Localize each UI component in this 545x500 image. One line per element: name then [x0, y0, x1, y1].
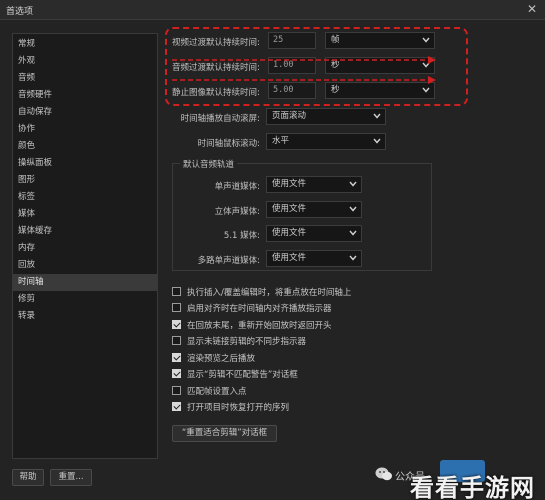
chevron-down-icon	[422, 62, 430, 68]
checkbox-label: 匹配帧设置入点	[187, 387, 247, 397]
sidebar-item-general[interactable]: 常规	[13, 36, 157, 53]
multi-mono-media-label: 多路单声道媒体:	[197, 256, 260, 266]
timeline-mousescroll-label: 时间轴鼠标滚动:	[197, 139, 260, 149]
checkbox-label: 启用对齐时在时间轴内对齐播放指示器	[187, 304, 332, 314]
sidebar-item-audio-hardware[interactable]: 音频硬件	[13, 87, 157, 104]
checkbox-out-of-sync-indicator[interactable]: 显示未链接剪辑的不同步指示器	[172, 334, 472, 348]
multi-mono-media-value: 使用文件	[272, 253, 307, 263]
checkbox-snap-playhead[interactable]: 启用对齐时在时间轴内对齐播放指示器	[172, 301, 472, 315]
chevron-down-icon	[349, 206, 357, 212]
sidebar-item-collaboration[interactable]: 协作	[13, 121, 157, 138]
restore-button[interactable]: 重置...	[50, 469, 92, 486]
sidebar-item-autosave[interactable]: 自动保存	[13, 104, 157, 121]
checkbox-label: 显示未链接剪辑的不同步指示器	[187, 337, 307, 347]
sidebar-item-labels[interactable]: 标签	[13, 189, 157, 206]
sidebar-item-trim[interactable]: 修剪	[13, 291, 157, 308]
checkbox-box[interactable]	[172, 336, 181, 345]
checkbox-label: 在回放末尾，重新开始回放时返回开头	[187, 321, 332, 331]
checkbox-label: 显示“剪辑不匹配警告”对话框	[187, 370, 298, 380]
checkbox-play-after-render[interactable]: 渲染预览之后播放	[172, 351, 472, 365]
checkbox-box[interactable]	[172, 353, 181, 362]
checkbox-clip-mismatch-warning[interactable]: 显示“剪辑不匹配警告”对话框	[172, 367, 472, 381]
still-image-duration-label: 静止图像默认持续时间:	[172, 88, 260, 98]
checkbox-box[interactable]	[172, 386, 181, 395]
reset-fit-clip-dialog-button[interactable]: “重置适合剪辑”对话框	[172, 425, 277, 442]
sidebar-item-graphics[interactable]: 图形	[13, 172, 157, 189]
video-transition-duration-input[interactable]: 25	[268, 32, 316, 49]
sidebar-item-media[interactable]: 媒体	[13, 206, 157, 223]
checkbox-focus-timeline[interactable]: 执行插入/覆盖编辑时，将重点放在时间轴上	[172, 285, 472, 299]
audio-transition-duration-label: 音频过渡默认持续时间:	[172, 63, 260, 73]
sidebar-item-color[interactable]: 颜色	[13, 138, 157, 155]
video-transition-duration-label: 视频过渡默认持续时间:	[172, 38, 260, 48]
chevron-down-icon	[422, 87, 430, 93]
audio-transition-unit-dropdown[interactable]: 秒	[325, 57, 435, 74]
sidebar-item-playback[interactable]: 回放	[13, 257, 157, 274]
checkbox-box[interactable]	[172, 369, 181, 378]
stereo-media-value: 使用文件	[272, 204, 307, 214]
surround-media-value: 使用文件	[272, 228, 307, 238]
audio-transition-duration-input[interactable]: 1.00	[268, 57, 316, 74]
category-sidebar: 常规 外观 音频 音频硬件 自动保存 协作 颜色 操纵面板 图形 标签 媒体 媒…	[12, 33, 158, 459]
checkbox-box[interactable]	[172, 303, 181, 312]
sidebar-item-transcription[interactable]: 转录	[13, 308, 157, 325]
mono-media-dropdown[interactable]: 使用文件	[266, 176, 362, 193]
still-image-unit-dropdown[interactable]: 秒	[325, 82, 435, 99]
sidebar-item-media-cache[interactable]: 媒体缓存	[13, 223, 157, 240]
mono-media-label: 单声道媒体:	[214, 182, 260, 192]
chevron-down-icon	[373, 138, 381, 144]
checkbox-return-to-start[interactable]: 在回放末尾，重新开始回放时返回开头	[172, 318, 472, 332]
checkbox-restore-sequences[interactable]: 打开项目时恢复打开的序列	[172, 400, 472, 414]
checkbox-label: 打开项目时恢复打开的序列	[187, 403, 290, 413]
timeline-autoscroll-label: 时间轴播放自动滚屏:	[180, 114, 260, 124]
sidebar-item-memory[interactable]: 内存	[13, 240, 157, 257]
timeline-mousescroll-value: 水平	[272, 136, 290, 146]
still-image-duration-input[interactable]: 5.00	[268, 82, 316, 99]
sidebar-item-timeline[interactable]: 时间轴	[13, 274, 157, 291]
mono-media-value: 使用文件	[272, 179, 307, 189]
timeline-autoscroll-value: 页面滚动	[272, 111, 307, 121]
chevron-down-icon	[349, 255, 357, 261]
checkbox-box[interactable]	[172, 287, 181, 296]
help-button[interactable]: 帮助	[12, 469, 44, 486]
surround-media-label: 5.1 媒体:	[223, 231, 260, 241]
checkbox-label: 执行插入/覆盖编辑时，将重点放在时间轴上	[187, 288, 352, 298]
checkbox-box[interactable]	[172, 402, 181, 411]
title-bar: 首选项 ✕	[0, 0, 545, 20]
sidebar-item-audio[interactable]: 音频	[13, 70, 157, 87]
wechat-icon	[375, 467, 392, 481]
video-transition-unit-value: 帧	[331, 35, 340, 45]
sidebar-item-appearance[interactable]: 外观	[13, 53, 157, 70]
multi-mono-media-dropdown[interactable]: 使用文件	[266, 250, 362, 267]
stereo-media-dropdown[interactable]: 使用文件	[266, 201, 362, 218]
watermark-brand: 看看手游网	[410, 474, 535, 500]
timeline-mousescroll-dropdown[interactable]: 水平	[266, 133, 386, 150]
window-title: 首选项	[6, 7, 34, 17]
checkbox-label: 渲染预览之后播放	[187, 354, 256, 364]
still-image-unit-value: 秒	[331, 85, 340, 95]
checkbox-box[interactable]	[172, 320, 181, 329]
chevron-down-icon	[373, 113, 381, 119]
checkbox-match-frame-in-point[interactable]: 匹配帧设置入点	[172, 384, 472, 398]
audio-transition-unit-value: 秒	[331, 60, 340, 70]
audio-tracks-group-title: 默认音频轨道	[180, 158, 238, 170]
stereo-media-label: 立体声媒体:	[214, 207, 260, 217]
video-transition-unit-dropdown[interactable]: 帧	[325, 32, 435, 49]
surround-media-dropdown[interactable]: 使用文件	[266, 225, 362, 242]
chevron-down-icon	[349, 230, 357, 236]
chevron-down-icon	[422, 37, 430, 43]
preferences-frame: 常规 外观 音频 音频硬件 自动保存 协作 颜色 操纵面板 图形 标签 媒体 媒…	[0, 20, 545, 500]
chevron-down-icon	[349, 181, 357, 187]
sidebar-item-control-surface[interactable]: 操纵面板	[13, 155, 157, 172]
timeline-autoscroll-dropdown[interactable]: 页面滚动	[266, 108, 386, 125]
close-icon[interactable]: ✕	[527, 2, 537, 16]
